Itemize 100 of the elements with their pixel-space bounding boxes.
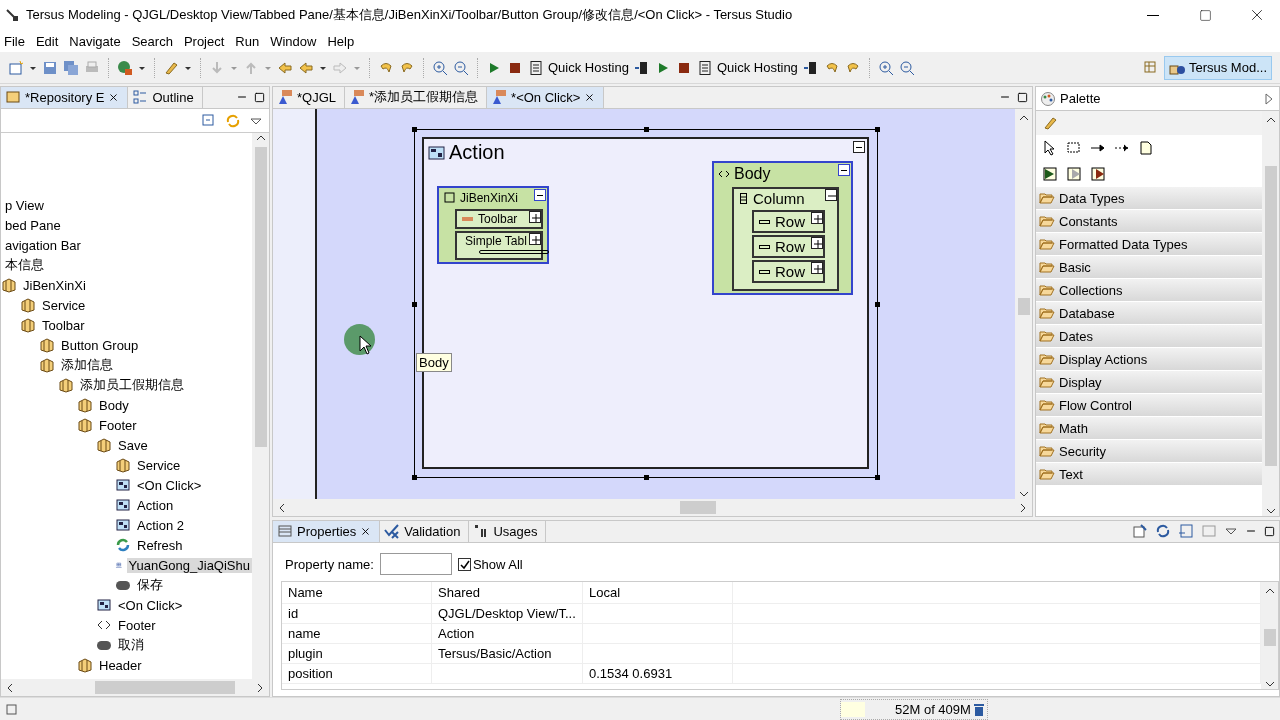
maximize-icon[interactable]: [1017, 91, 1028, 103]
scroll-thumb[interactable]: [1263, 629, 1276, 646]
resize-handle[interactable]: [644, 475, 649, 480]
palette-drawer[interactable]: Flow Control: [1036, 394, 1262, 417]
resize-handle[interactable]: [875, 302, 880, 307]
package-icon: [1, 277, 17, 293]
palette-drawer[interactable]: Dates: [1036, 325, 1262, 348]
tree-item[interactable]: 保存: [135, 576, 165, 594]
tree-item[interactable]: p View: [3, 197, 46, 213]
menu-item[interactable]: Edit: [35, 33, 66, 49]
tree-item[interactable]: 添加信息: [59, 356, 115, 374]
tree-item[interactable]: Footer: [97, 417, 139, 433]
tree-item[interactable]: Action 2: [135, 517, 186, 533]
diagram-node[interactable]: JiBenXinXi Toolbar Simple Tabl: [437, 186, 549, 264]
palette-drawer[interactable]: Constants: [1036, 210, 1262, 233]
close-icon[interactable]: [360, 525, 372, 537]
diagram-node[interactable]: Row: [752, 210, 825, 233]
maximize-icon[interactable]: [254, 91, 265, 103]
collapse-button[interactable]: [825, 189, 837, 201]
show-all-checkbox[interactable]: Show All: [457, 556, 523, 572]
scroll-thumb[interactable]: [95, 681, 235, 694]
tree-item[interactable]: Toolbar: [40, 317, 87, 333]
palette-drawer[interactable]: Security: [1036, 440, 1262, 463]
scrollbar[interactable]: [1, 679, 269, 696]
resize-handle[interactable]: [875, 127, 880, 132]
quick-hosting-button[interactable]: Quick Hosting: [696, 59, 798, 76]
menu-item[interactable]: Project: [183, 33, 232, 49]
scroll-thumb[interactable]: [1017, 297, 1030, 315]
collapse-button[interactable]: [534, 189, 546, 201]
tree-item[interactable]: Save: [116, 437, 150, 453]
resize-handle[interactable]: [412, 302, 417, 307]
tree-item[interactable]: bed Pane: [3, 217, 63, 233]
expand-button[interactable]: [529, 233, 541, 245]
menu-item[interactable]: Help: [327, 33, 362, 49]
palette-drawer[interactable]: Display: [1036, 371, 1262, 394]
property-name-field[interactable]: [379, 553, 452, 575]
collapse-button[interactable]: [838, 164, 850, 176]
scrollbar[interactable]: [1015, 109, 1032, 499]
scrollbar[interactable]: [1262, 111, 1279, 516]
expand-button[interactable]: [529, 211, 541, 223]
column-header[interactable]: Local: [583, 582, 733, 603]
diagram-canvas[interactable]: Action JiBenXinXi Toolbar Simple Tabl Body Column Row Row Row Body: [273, 109, 1015, 499]
diagram-node[interactable]: Row: [752, 260, 825, 283]
tab[interactable]: Properties: [273, 521, 381, 542]
diagram-node[interactable]: Body Column Row Row Row: [712, 161, 853, 295]
tree-item[interactable]: 取消: [116, 636, 146, 654]
tree-item[interactable]: avigation Bar: [3, 237, 83, 253]
tree-item[interactable]: <On Click>: [135, 477, 204, 493]
column-header[interactable]: Shared: [432, 582, 583, 603]
resize-handle[interactable]: [412, 475, 417, 480]
tree-item[interactable]: 本信息: [3, 256, 46, 274]
column-header[interactable]: Name: [282, 582, 432, 603]
palette-drawer[interactable]: Basic: [1036, 256, 1262, 279]
palette-drawer[interactable]: Data Types: [1036, 187, 1262, 210]
scrollbar[interactable]: [252, 133, 269, 679]
scrollbar[interactable]: [1261, 582, 1278, 689]
tree-item[interactable]: Header: [97, 657, 144, 673]
tree-item[interactable]: Service: [40, 297, 88, 313]
palette-drawer[interactable]: Text: [1036, 463, 1262, 486]
scroll-thumb[interactable]: [679, 501, 716, 514]
tree-item[interactable]: <On Click>: [116, 597, 185, 613]
tree-item[interactable]: Footer: [116, 617, 158, 633]
tree-item[interactable]: Service: [135, 457, 183, 473]
resize-handle[interactable]: [644, 127, 649, 132]
resize-handle[interactable]: [875, 475, 880, 480]
quick-hosting-button[interactable]: Quick Hosting: [528, 59, 629, 76]
close-icon[interactable]: [108, 91, 120, 103]
tab[interactable]: *Repository E: [1, 87, 129, 108]
diagram-node[interactable]: Column Row Row Row: [732, 187, 839, 291]
scroll-thumb[interactable]: [1264, 165, 1277, 466]
collapse-button[interactable]: [853, 141, 865, 153]
palette-drawer[interactable]: Collections: [1036, 279, 1262, 302]
tree-item[interactable]: Refresh: [135, 537, 185, 553]
palette-drawer[interactable]: Formatted Data Types: [1036, 233, 1262, 256]
tree-item[interactable]: Button Group: [59, 337, 141, 353]
menu-item[interactable]: Run: [235, 33, 267, 49]
expand-button[interactable]: [811, 237, 823, 249]
menu-item[interactable]: Search: [131, 33, 180, 49]
perspective-button[interactable]: Tersus Mod...: [1163, 55, 1272, 80]
tree-item[interactable]: Action: [135, 497, 176, 513]
menu-item[interactable]: Window: [270, 33, 324, 49]
expand-button[interactable]: [811, 212, 823, 224]
maximize-icon[interactable]: [1264, 525, 1275, 537]
tree-item[interactable]: YuanGong_JiaQiShu: [126, 557, 252, 573]
tree-item[interactable]: Body: [97, 397, 131, 413]
scrollbar[interactable]: [273, 499, 1032, 516]
expand-button[interactable]: [811, 262, 823, 274]
menu-item[interactable]: Navigate: [69, 33, 128, 49]
scroll-thumb[interactable]: [254, 147, 267, 447]
tree-item[interactable]: JiBenXinXi: [21, 277, 88, 293]
resize-handle[interactable]: [412, 127, 417, 132]
menu-item[interactable]: File: [4, 33, 32, 49]
close-icon[interactable]: [584, 91, 596, 103]
tab[interactable]: *<On Click>: [487, 87, 605, 108]
diagram-node[interactable]: Toolbar: [455, 209, 543, 229]
palette-drawer[interactable]: Math: [1036, 417, 1262, 440]
tree-item[interactable]: 添加员工假期信息: [78, 376, 186, 394]
palette-drawer[interactable]: Display Actions: [1036, 348, 1262, 371]
palette-drawer[interactable]: Database: [1036, 302, 1262, 325]
diagram-node[interactable]: Row: [752, 235, 825, 258]
